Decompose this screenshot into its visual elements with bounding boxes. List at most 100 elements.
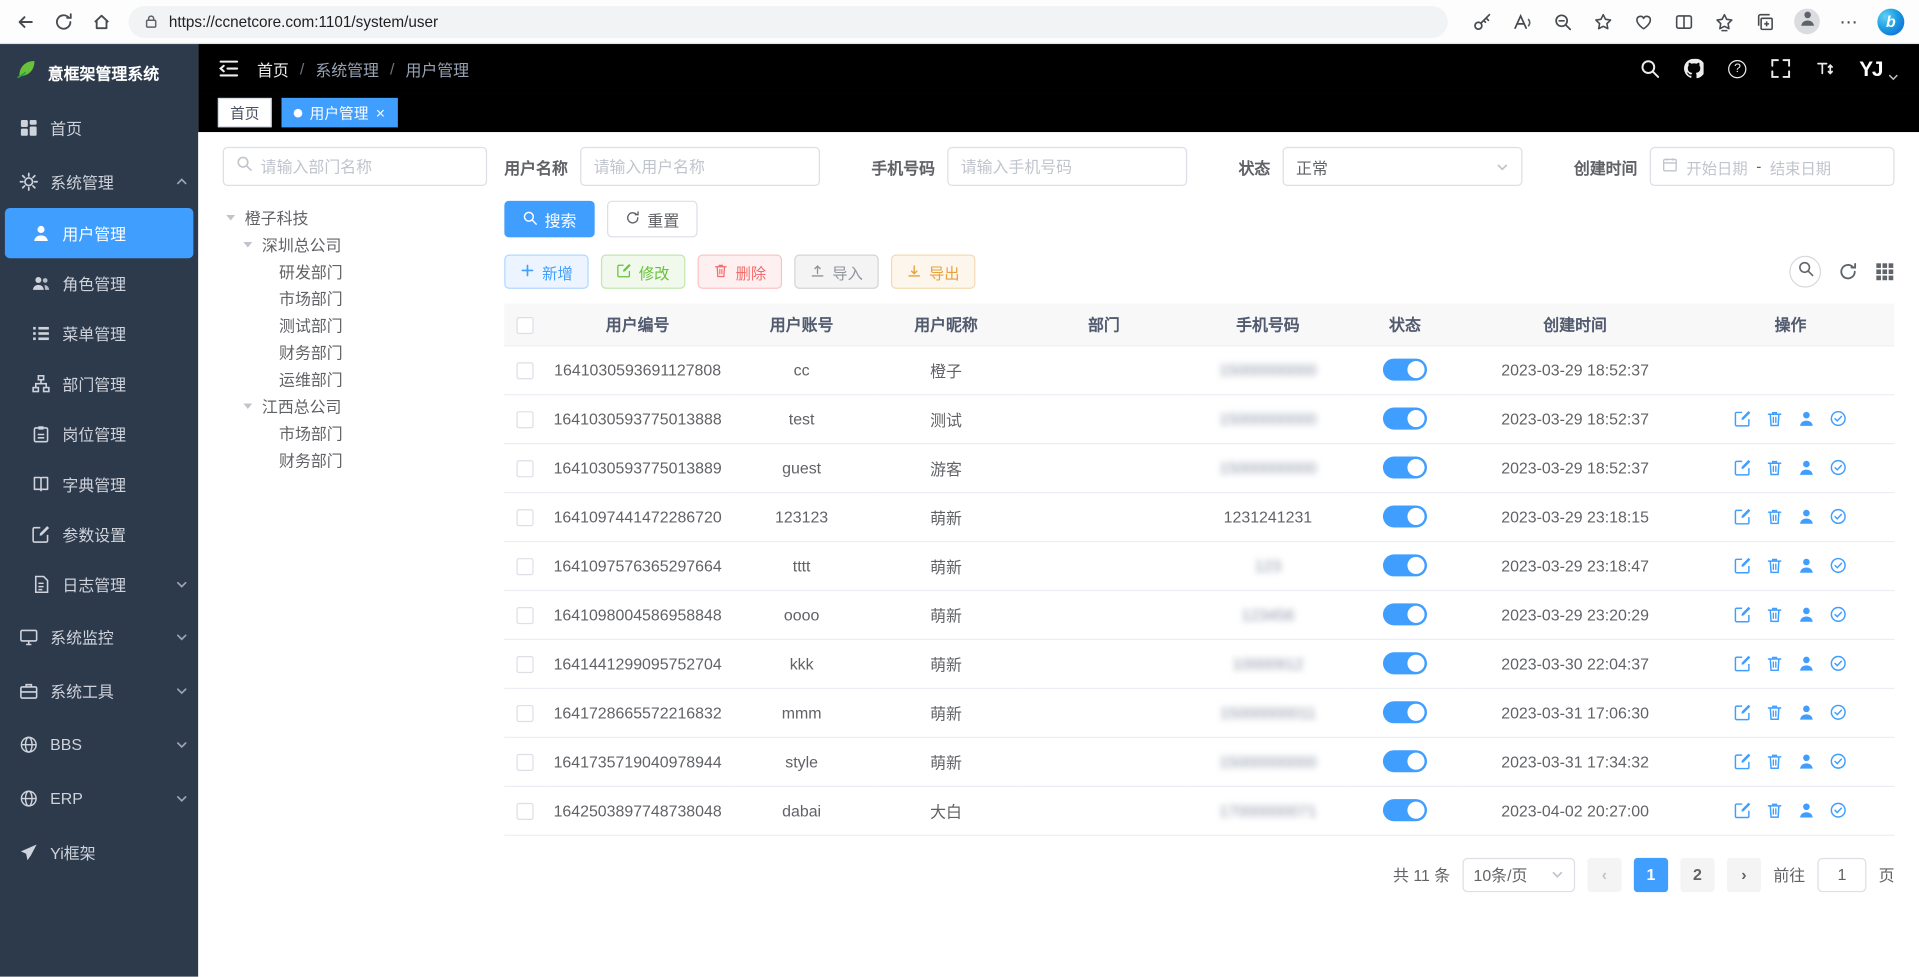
- assign-role-icon[interactable]: [1830, 704, 1847, 721]
- row-checkbox[interactable]: [516, 656, 533, 673]
- delete-icon[interactable]: [1766, 655, 1783, 672]
- search-button[interactable]: 搜索: [504, 201, 595, 238]
- copilot-icon[interactable]: b: [1877, 8, 1904, 35]
- sidebar-fold-icon[interactable]: [218, 58, 240, 80]
- reload-icon[interactable]: [53, 10, 75, 32]
- tree-node[interactable]: 深圳总公司: [223, 230, 487, 257]
- next-page-button[interactable]: ›: [1727, 857, 1761, 891]
- reset-password-icon[interactable]: [1798, 459, 1815, 476]
- assign-role-icon[interactable]: [1830, 802, 1847, 819]
- tree-node[interactable]: 橙子科技: [223, 203, 487, 230]
- edit-icon[interactable]: [1734, 655, 1751, 672]
- reset-password-icon[interactable]: [1798, 753, 1815, 770]
- sidebar-item-ERP[interactable]: ERP: [0, 771, 198, 825]
- status-toggle[interactable]: [1383, 750, 1427, 772]
- tree-node[interactable]: 测试部门: [223, 311, 487, 338]
- department-search-input[interactable]: [261, 157, 474, 175]
- status-toggle[interactable]: [1383, 652, 1427, 674]
- reset-password-icon[interactable]: [1798, 802, 1815, 819]
- status-toggle[interactable]: [1383, 554, 1427, 576]
- sidebar-item-系统管理[interactable]: 系统管理: [0, 154, 198, 208]
- reset-password-icon[interactable]: [1798, 655, 1815, 672]
- department-search[interactable]: [223, 147, 487, 186]
- row-checkbox[interactable]: [516, 362, 533, 379]
- tree-node[interactable]: 市场部门: [223, 419, 487, 446]
- read-aloud-icon[interactable]: [1511, 11, 1532, 32]
- reset-password-icon[interactable]: [1798, 508, 1815, 525]
- settings-more-icon[interactable]: ⋯: [1839, 10, 1857, 32]
- status-toggle[interactable]: [1383, 505, 1427, 527]
- sidebar-item-部门管理[interactable]: 部门管理: [0, 359, 198, 409]
- reset-password-icon[interactable]: [1798, 704, 1815, 721]
- sidebar-item-Yi框架[interactable]: Yi框架: [0, 825, 198, 879]
- toggle-search-button[interactable]: [1789, 256, 1821, 288]
- row-checkbox[interactable]: [516, 803, 533, 820]
- delete-icon[interactable]: [1766, 410, 1783, 427]
- password-key-icon[interactable]: [1471, 11, 1492, 32]
- delete-icon[interactable]: [1766, 557, 1783, 574]
- sidebar-item-系统监控[interactable]: 系统监控: [0, 609, 198, 663]
- tab-user-management[interactable]: 用户管理 ×: [282, 98, 398, 127]
- reset-button[interactable]: 重置: [607, 201, 698, 238]
- edit-icon[interactable]: [1734, 606, 1751, 623]
- row-checkbox[interactable]: [516, 705, 533, 722]
- tree-node[interactable]: 研发部门: [223, 257, 487, 284]
- row-checkbox[interactable]: [516, 509, 533, 526]
- status-toggle[interactable]: [1383, 359, 1427, 381]
- sidebar-item-岗位管理[interactable]: 岗位管理: [0, 409, 198, 459]
- browser-essentials-icon[interactable]: [1633, 11, 1654, 32]
- font-size-icon[interactable]: [1815, 59, 1835, 79]
- status-toggle[interactable]: [1383, 799, 1427, 821]
- row-checkbox[interactable]: [516, 754, 533, 771]
- collections-icon[interactable]: [1754, 11, 1775, 32]
- page-button-2[interactable]: 2: [1680, 857, 1714, 891]
- username-input[interactable]: [580, 147, 820, 186]
- sidebar-item-日志管理[interactable]: 日志管理: [0, 559, 198, 609]
- goto-page-input[interactable]: [1817, 857, 1866, 891]
- caret-down-icon[interactable]: [223, 209, 239, 225]
- user-avatar-menu[interactable]: YJ: [1859, 58, 1899, 79]
- edit-icon[interactable]: [1734, 704, 1751, 721]
- favorites-icon[interactable]: [1713, 11, 1734, 32]
- delete-icon[interactable]: [1766, 606, 1783, 623]
- row-checkbox[interactable]: [516, 460, 533, 477]
- profile-avatar[interactable]: [1794, 9, 1820, 35]
- delete-icon[interactable]: [1766, 508, 1783, 525]
- export-button[interactable]: 导出: [891, 255, 975, 289]
- sidebar-item-参数设置[interactable]: 参数设置: [0, 509, 198, 559]
- assign-role-icon[interactable]: [1830, 459, 1847, 476]
- row-checkbox[interactable]: [516, 607, 533, 624]
- add-favorite-icon[interactable]: [1592, 11, 1613, 32]
- edit-icon[interactable]: [1734, 410, 1751, 427]
- assign-role-icon[interactable]: [1830, 606, 1847, 623]
- edit-icon[interactable]: [1734, 802, 1751, 819]
- edit-icon[interactable]: [1734, 753, 1751, 770]
- edit-icon[interactable]: [1734, 508, 1751, 525]
- tree-node[interactable]: 财务部门: [223, 445, 487, 472]
- address-bar[interactable]: https://ccnetcore.com:1101/system/user: [129, 6, 1448, 38]
- add-button[interactable]: 新增: [504, 255, 588, 289]
- sidebar-item-字典管理[interactable]: 字典管理: [0, 459, 198, 509]
- delete-icon[interactable]: [1766, 802, 1783, 819]
- date-range-picker[interactable]: 开始日期 - 结束日期: [1650, 147, 1895, 186]
- edit-button[interactable]: 修改: [601, 255, 685, 289]
- breadcrumb-item[interactable]: 系统管理: [315, 57, 379, 80]
- page-size-select[interactable]: 10条/页: [1462, 857, 1575, 891]
- help-icon[interactable]: ?: [1728, 59, 1746, 77]
- home-icon[interactable]: [91, 10, 113, 32]
- status-toggle[interactable]: [1383, 408, 1427, 430]
- delete-icon[interactable]: [1766, 753, 1783, 770]
- edit-icon[interactable]: [1734, 459, 1751, 476]
- column-settings-icon[interactable]: [1875, 262, 1895, 282]
- assign-role-icon[interactable]: [1830, 508, 1847, 525]
- sidebar-item-菜单管理[interactable]: 菜单管理: [0, 308, 198, 358]
- edit-icon[interactable]: [1734, 557, 1751, 574]
- reset-password-icon[interactable]: [1798, 606, 1815, 623]
- reset-password-icon[interactable]: [1798, 557, 1815, 574]
- sidebar-item-角色管理[interactable]: 角色管理: [0, 258, 198, 308]
- caret-down-icon[interactable]: [240, 397, 256, 413]
- assign-role-icon[interactable]: [1830, 557, 1847, 574]
- sidebar-item-系统工具[interactable]: 系统工具: [0, 663, 198, 717]
- zoom-icon[interactable]: [1552, 11, 1573, 32]
- status-toggle[interactable]: [1383, 456, 1427, 478]
